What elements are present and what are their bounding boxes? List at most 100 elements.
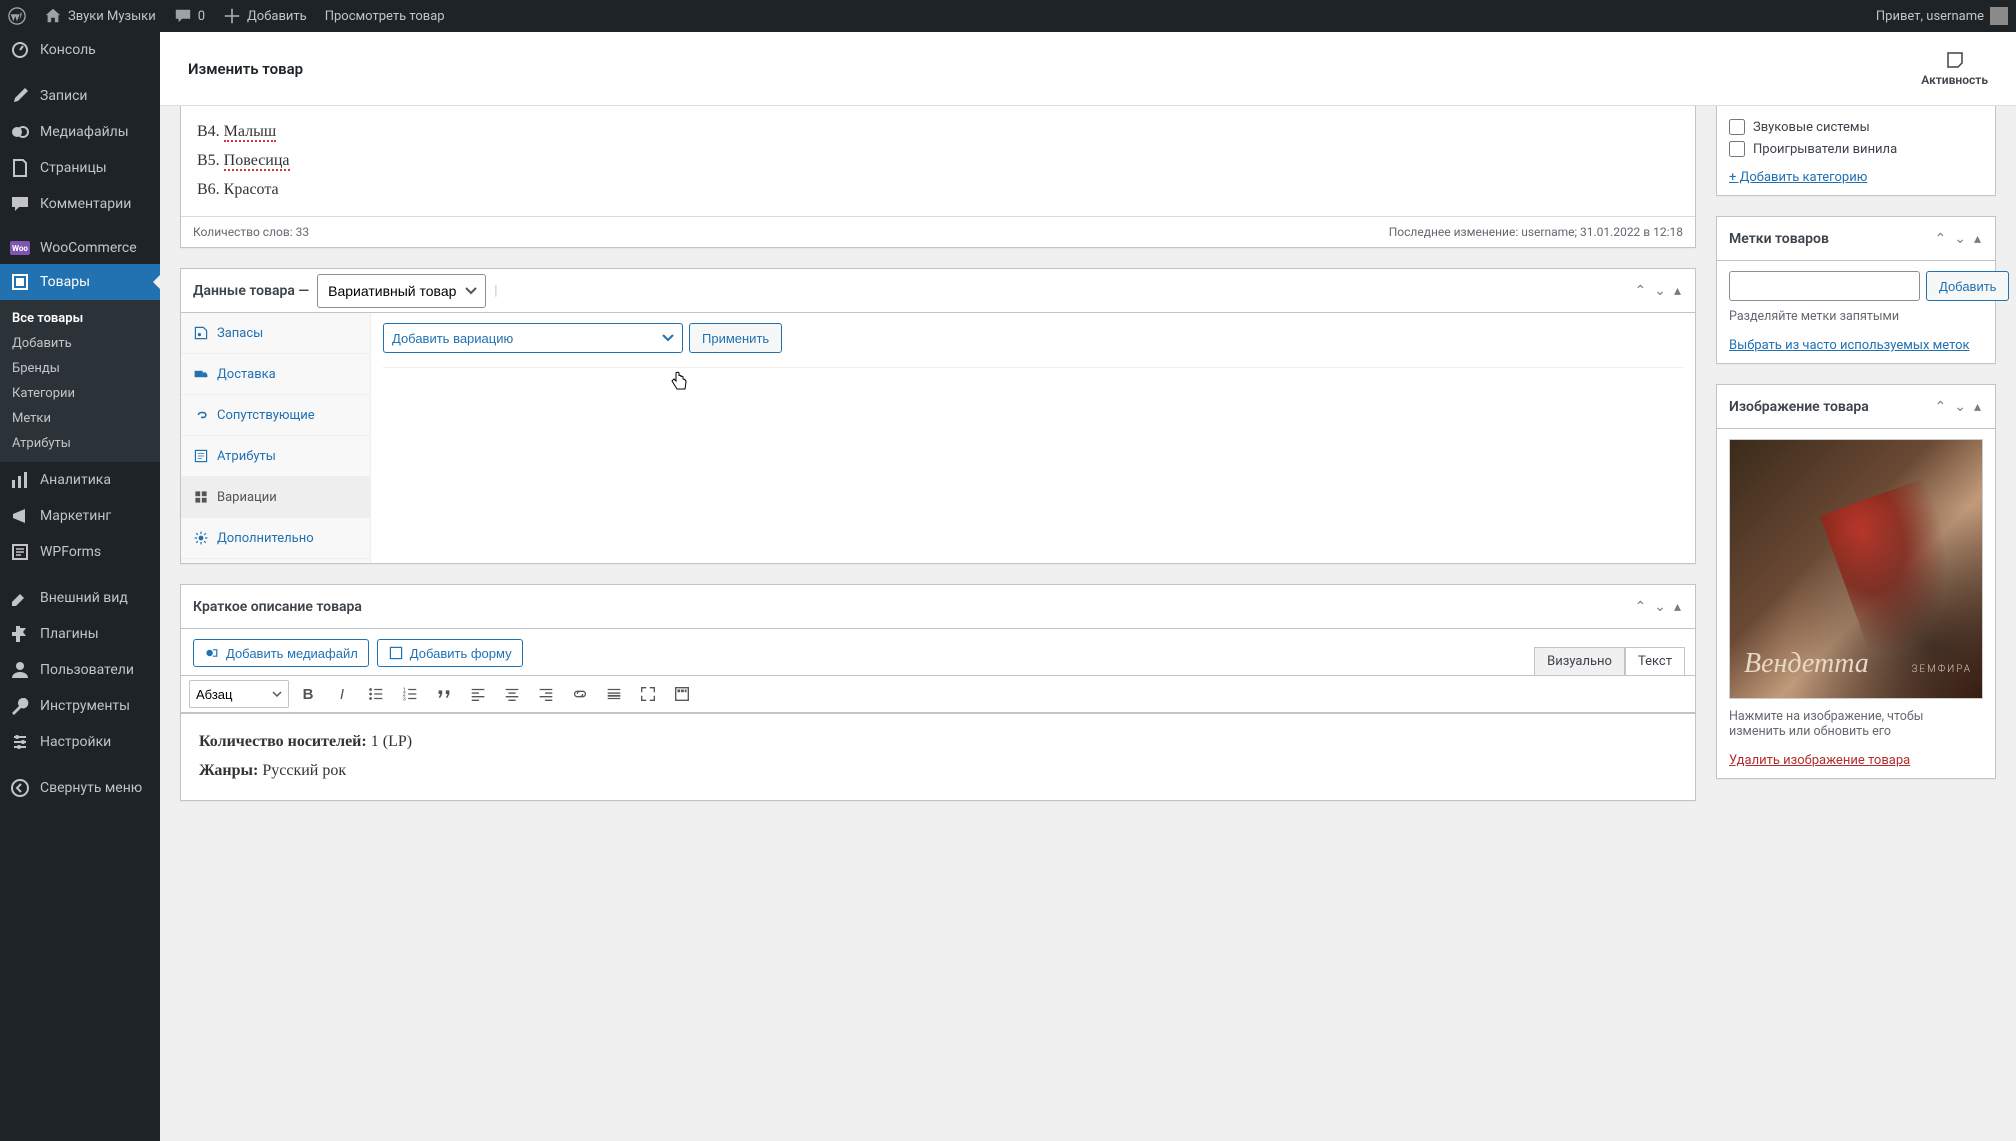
menu-pages[interactable]: Страницы <box>0 150 160 186</box>
view-product-link[interactable]: Просмотреть товар <box>325 9 445 24</box>
menu-users[interactable]: Пользователи <box>0 652 160 688</box>
align-left-button[interactable] <box>463 680 493 708</box>
svg-text:3: 3 <box>403 697 406 703</box>
submenu-attributes[interactable]: Атрибуты <box>0 431 160 456</box>
page-title: Изменить товар <box>188 60 303 78</box>
add-tag-button[interactable]: Добавить <box>1926 271 2009 301</box>
menu-appearance[interactable]: Внешний вид <box>0 580 160 616</box>
product-data-heading: Данные товара — Вариативный товар | <box>193 274 498 308</box>
main-content: Изменить товар Активность B4. Малыш B5. … <box>160 32 2016 1141</box>
ul-button[interactable] <box>361 680 391 708</box>
submenu-brands[interactable]: Бренды <box>0 356 160 381</box>
menu-settings[interactable]: Настройки <box>0 724 160 760</box>
submenu-add-product[interactable]: Добавить <box>0 331 160 356</box>
album-title-text: Вендетта <box>1744 648 1869 680</box>
quote-button[interactable] <box>429 680 459 708</box>
menu-marketing[interactable]: Маркетинг <box>0 498 160 534</box>
menu-comments[interactable]: Комментарии <box>0 186 160 222</box>
description-editor: B4. Малыш B5. Повесица B6. Красота Колич… <box>180 106 1696 248</box>
wp-logo[interactable] <box>8 7 26 25</box>
readmore-button[interactable] <box>599 680 629 708</box>
link-button[interactable] <box>565 680 595 708</box>
add-new-link[interactable]: Добавить <box>223 7 307 25</box>
submenu-tags[interactable]: Метки <box>0 406 160 431</box>
menu-posts[interactable]: Записи <box>0 78 160 114</box>
add-form-button[interactable]: Добавить форму <box>377 639 523 667</box>
menu-console[interactable]: Консоль <box>0 32 160 68</box>
product-image-thumbnail[interactable]: Вендетта ЗЕМФИРА <box>1729 439 1983 699</box>
align-center-button[interactable] <box>497 680 527 708</box>
ol-button[interactable]: 123 <box>395 680 425 708</box>
short-desc-content[interactable]: Количество носителей: 1 (LP) Жанры: Русс… <box>181 713 1695 800</box>
toolbar-toggle-button[interactable] <box>667 680 697 708</box>
tab-linked[interactable]: Сопутствующие <box>181 395 370 436</box>
variations-panel: Добавить вариацию Применить <box>371 313 1695 563</box>
move-up-icon[interactable]: ⌃ <box>1933 229 1949 249</box>
comments-link[interactable]: 0 <box>174 7 205 25</box>
menu-collapse[interactable]: Свернуть меню <box>0 770 160 806</box>
tab-attributes[interactable]: Атрибуты <box>181 436 370 477</box>
toggle-icon[interactable]: ▴ <box>1972 229 1983 249</box>
short-description-box: Краткое описание товара ⌃ ⌄ ▴ Добавить м… <box>180 584 1696 801</box>
site-name-link[interactable]: Звуки Музыки <box>44 7 156 25</box>
product-image-heading: Изображение товара <box>1729 399 1869 415</box>
editor-tab-visual[interactable]: Визуально <box>1534 647 1625 675</box>
move-up-icon[interactable]: ⌃ <box>1933 397 1949 417</box>
fullscreen-button[interactable] <box>633 680 663 708</box>
move-down-icon[interactable]: ⌄ <box>1652 281 1668 301</box>
tag-input[interactable] <box>1729 271 1920 301</box>
image-hint: Нажмите на изображение, чтобы изменить и… <box>1729 709 1983 739</box>
menu-woocommerce[interactable]: WooWooCommerce <box>0 232 160 264</box>
tab-inventory[interactable]: Запасы <box>181 313 370 354</box>
move-down-icon[interactable]: ⌄ <box>1952 397 1968 417</box>
submenu-all-products[interactable]: Все товары <box>0 306 160 331</box>
toggle-icon[interactable]: ▴ <box>1972 397 1983 417</box>
remove-image-link[interactable]: Удалить изображение товара <box>1729 753 1910 768</box>
move-up-icon[interactable]: ⌃ <box>1633 281 1649 301</box>
album-artist-text: ЗЕМФИРА <box>1911 664 1972 675</box>
menu-plugins[interactable]: Плагины <box>0 616 160 652</box>
product-image-box: Изображение товара ⌃⌄▴ Вендетта ЗЕМФИРА … <box>1716 384 1996 779</box>
menu-products[interactable]: Товары <box>0 264 160 300</box>
apply-button[interactable]: Применить <box>689 323 782 353</box>
variation-action-select[interactable]: Добавить вариацию <box>383 323 683 353</box>
product-type-select[interactable]: Вариативный товар <box>317 274 486 308</box>
editor-content[interactable]: B4. Малыш B5. Повесица B6. Красота <box>181 106 1695 216</box>
align-right-button[interactable] <box>531 680 561 708</box>
menu-tools[interactable]: Инструменты <box>0 688 160 724</box>
italic-button[interactable]: I <box>327 680 357 708</box>
tab-advanced[interactable]: Дополнительно <box>181 518 370 559</box>
menu-wpforms[interactable]: WPForms <box>0 534 160 570</box>
bold-button[interactable]: B <box>293 680 323 708</box>
category-sound-systems[interactable]: Звуковые системы <box>1729 116 1983 138</box>
user-greeting[interactable]: Привет, username <box>1876 7 2008 25</box>
menu-analytics[interactable]: Аналитика <box>0 462 160 498</box>
move-down-icon[interactable]: ⌄ <box>1952 229 1968 249</box>
tab-variations[interactable]: Вариации <box>181 477 370 518</box>
move-up-icon[interactable]: ⌃ <box>1633 597 1649 617</box>
editor-tab-text[interactable]: Текст <box>1625 647 1685 675</box>
tags-heading: Метки товаров <box>1729 231 1829 247</box>
editor-toolbar: Абзац B I 123 <box>181 675 1695 713</box>
product-data-box: Данные товара — Вариативный товар | ⌃ ⌄ … <box>180 268 1696 564</box>
format-select[interactable]: Абзац <box>189 680 289 708</box>
tags-box: Метки товаров ⌃⌄▴ Добавить Разделяйте ме… <box>1716 216 1996 364</box>
menu-media[interactable]: Медиафайлы <box>0 114 160 150</box>
wordcount: Количество слов: 33 <box>193 225 309 239</box>
woocommerce-icon: Woo <box>10 241 30 255</box>
toggle-icon[interactable]: ▴ <box>1672 281 1683 301</box>
toggle-icon[interactable]: ▴ <box>1672 597 1683 617</box>
tab-shipping[interactable]: Доставка <box>181 354 370 395</box>
move-down-icon[interactable]: ⌄ <box>1652 597 1668 617</box>
activity-button[interactable]: Активность <box>1921 50 1988 87</box>
add-category-link[interactable]: + Добавить категорию <box>1729 170 1867 185</box>
admin-sidebar: Консоль Записи Медиафайлы Страницы Комме… <box>0 32 160 1141</box>
submenu-categories[interactable]: Категории <box>0 381 160 406</box>
choose-popular-tags-link[interactable]: Выбрать из часто используемых меток <box>1729 338 1970 353</box>
product-data-tabs: Запасы Доставка Сопутствующие Атрибуты В… <box>181 313 371 563</box>
short-desc-heading: Краткое описание товара <box>193 599 362 615</box>
add-media-button[interactable]: Добавить медиафайл <box>193 639 369 667</box>
submenu-products: Все товары Добавить Бренды Категории Мет… <box>0 300 160 462</box>
tags-helper: Разделяйте метки запятыми <box>1729 309 1983 324</box>
category-vinyl-players[interactable]: Проигрыватели винила <box>1729 138 1983 160</box>
